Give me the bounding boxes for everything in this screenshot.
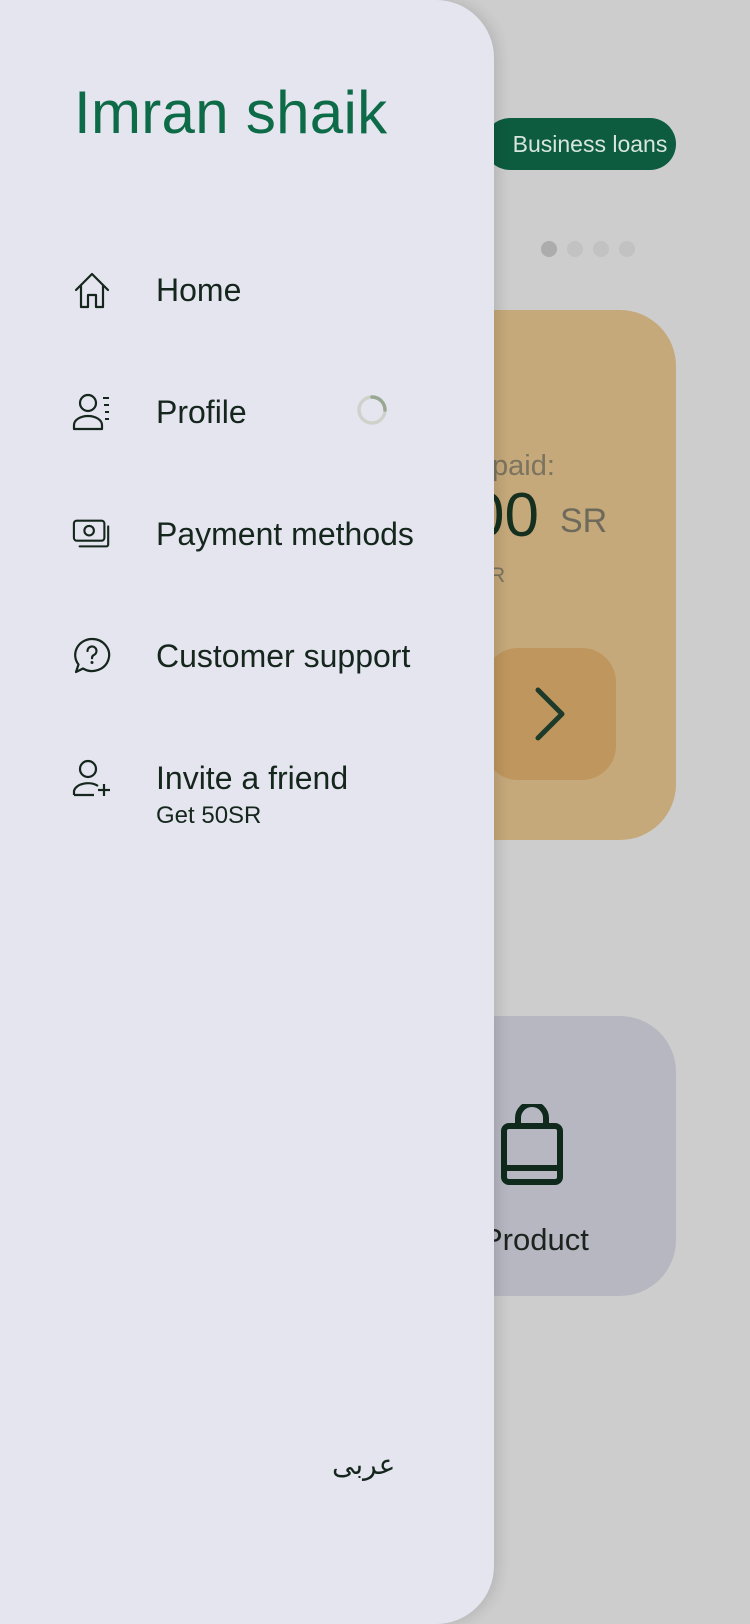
menu-label-customer-support: Customer support [156,638,411,674]
menu-label-home: Home [156,272,242,308]
menu-item-profile[interactable]: Profile [72,392,387,432]
payment-icon [72,514,112,554]
menu-item-invite-friend[interactable]: Invite a friend Get 50SR [72,758,348,829]
menu-label-payment-methods: Payment methods [156,516,414,552]
menu-item-payment-methods[interactable]: Payment methods [72,514,414,554]
menu-sublabel-invite-friend: Get 50SR [156,802,262,829]
language-toggle[interactable]: عربى [332,1448,395,1481]
menu-item-customer-support[interactable]: Customer support [72,636,410,676]
menu-label-profile: Profile [156,394,247,430]
navigation-drawer: Imran shaik Home Profile Payment methods… [0,0,494,1624]
loading-spinner-icon [357,395,387,425]
profile-icon [72,392,112,432]
help-icon [72,636,112,676]
user-name: Imran shaik [74,79,388,146]
menu-label-invite-friend: Invite a friend [156,760,349,796]
home-icon [72,270,112,310]
menu-item-home[interactable]: Home [72,270,241,310]
invite-icon [72,758,112,798]
